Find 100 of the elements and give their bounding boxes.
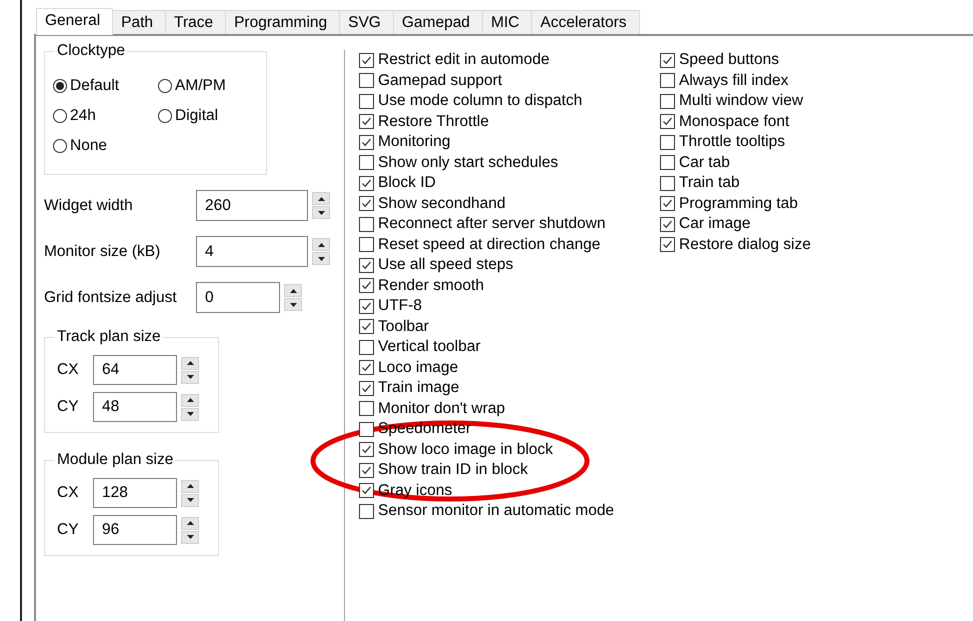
checkmark-icon	[361, 54, 372, 66]
down-triangle-icon	[186, 498, 194, 502]
spin-up-button[interactable]	[312, 238, 330, 251]
radio-option[interactable]: Digital	[158, 106, 258, 125]
checkbox-option[interactable]: Throttle tooltips	[660, 132, 945, 152]
input-field[interactable]: 64	[93, 355, 177, 385]
checkbox-option[interactable]: Train image	[359, 378, 644, 398]
checkmark-icon	[361, 485, 372, 496]
tab[interactable]: Path	[112, 10, 166, 34]
checkbox-option[interactable]: Monitor don't wrap	[359, 398, 644, 419]
up-triangle-icon	[186, 521, 194, 525]
field-label: CX	[57, 361, 80, 379]
spin-up-button[interactable]	[312, 192, 330, 205]
spin-up-button[interactable]	[284, 284, 302, 297]
spin-up-button[interactable]	[181, 394, 199, 406]
checkbox-option[interactable]: Use all speed steps	[359, 255, 644, 276]
checkbox-option[interactable]: Render smooth	[359, 276, 644, 296]
checkbox-option[interactable]: Show train ID in block	[359, 460, 644, 480]
tab[interactable]: Programming	[225, 10, 340, 34]
up-triangle-icon	[186, 361, 194, 365]
up-triangle-icon	[186, 484, 194, 488]
up-triangle-icon	[318, 196, 324, 200]
checkbox-option[interactable]: Car tab	[660, 152, 945, 173]
input-field[interactable]: 96	[93, 515, 177, 545]
checkbox-option[interactable]: Programming tab	[660, 194, 945, 214]
checkbox-option[interactable]: Monitoring	[359, 132, 644, 152]
spin-down-button[interactable]	[312, 206, 330, 219]
checkmark-icon	[361, 300, 372, 312]
checkbox-option[interactable]: Toolbar	[359, 316, 644, 337]
down-triangle-icon	[290, 302, 296, 306]
checkbox-option[interactable]: Loco image	[359, 358, 644, 378]
radio-option[interactable]: None	[53, 136, 158, 155]
checkbox-option[interactable]: Show only start schedules	[359, 152, 644, 173]
spin-down-button[interactable]	[181, 408, 199, 420]
field-label: Monitor size (kB)	[44, 242, 162, 260]
field-label: CX	[57, 484, 80, 502]
down-triangle-icon	[318, 210, 324, 214]
checkmark-icon	[662, 218, 673, 230]
up-triangle-icon	[290, 288, 296, 292]
checkbox-option[interactable]: Car image	[660, 214, 945, 234]
input-field[interactable]: 128	[93, 478, 177, 508]
spin-up-button[interactable]	[181, 516, 199, 530]
input-field[interactable]: 4	[196, 236, 308, 267]
checkbox-option[interactable]: Always fill index	[660, 70, 945, 91]
tab[interactable]: General	[36, 8, 114, 35]
tab[interactable]: Trace	[165, 10, 226, 34]
input-field[interactable]: 48	[93, 392, 177, 422]
checkbox-option[interactable]: UTF-8	[359, 296, 644, 316]
checkbox-option[interactable]: Show loco image in block	[359, 440, 644, 460]
checkbox-option[interactable]: Restrict edit in automode	[359, 50, 644, 70]
checkmark-icon	[361, 464, 372, 476]
radio-option[interactable]: 24h	[53, 106, 158, 125]
checkmark-icon	[662, 54, 673, 66]
checkmark-icon	[361, 362, 372, 374]
checkbox-option[interactable]: Vertical toolbar	[359, 337, 644, 358]
spin-down-button[interactable]	[181, 530, 199, 544]
checkbox-option[interactable]: Restore Throttle	[359, 112, 644, 132]
spin-up-button[interactable]	[181, 356, 199, 370]
input-field[interactable]: 0	[196, 282, 280, 313]
radio-option[interactable]: AM/PM	[158, 76, 258, 95]
checkbox-option[interactable]: Show secondhand	[359, 194, 644, 214]
checkbox-option[interactable]: Sensor monitor in automatic mode	[359, 501, 644, 522]
checkbox-option[interactable]: Reset speed at direction change	[359, 234, 644, 255]
checkbox-option[interactable]: Use mode column to dispatch	[359, 91, 644, 112]
checkbox-option[interactable]: Train tab	[660, 173, 945, 194]
tab[interactable]: MIC	[482, 10, 532, 34]
checkmark-icon	[662, 198, 673, 210]
checkbox-option[interactable]: Reconnect after server shutdown	[359, 214, 644, 234]
checkbox-option[interactable]: Restore dialog size	[660, 234, 945, 255]
spin-down-button[interactable]	[181, 494, 199, 506]
spin-down-button[interactable]	[312, 252, 330, 265]
down-triangle-icon	[186, 535, 194, 539]
checkbox-option[interactable]: Block ID	[359, 173, 644, 194]
checkmark-icon	[361, 116, 372, 128]
checkbox-option[interactable]: Monospace font	[660, 112, 945, 132]
checkmark-icon	[361, 280, 372, 292]
checkmark-icon	[361, 382, 372, 394]
checkmark-icon	[662, 116, 673, 128]
input-field[interactable]: 260	[196, 190, 308, 221]
spin-down-button[interactable]	[181, 370, 199, 384]
radio-option[interactable]: Default	[53, 76, 158, 95]
checkmark-icon	[361, 198, 372, 210]
checkmark-icon	[361, 260, 372, 271]
tab[interactable]: Accelerators	[531, 10, 640, 34]
down-triangle-icon	[186, 412, 194, 416]
down-triangle-icon	[186, 375, 194, 379]
checkbox-option[interactable]: Gamepad support	[359, 70, 644, 91]
tab[interactable]: SVG	[339, 10, 394, 34]
checkmark-icon	[361, 136, 372, 148]
checkbox-option[interactable]: Multi window view	[660, 91, 945, 112]
checkbox-option[interactable]: Speed buttons	[660, 50, 945, 70]
group-title: Clocktype	[55, 42, 128, 60]
spin-down-button[interactable]	[284, 298, 302, 311]
field-label: CY	[57, 521, 80, 539]
up-triangle-icon	[186, 398, 194, 402]
tab[interactable]: Gamepad	[392, 10, 483, 34]
field-label: Grid fontsize adjust	[44, 288, 178, 306]
spin-up-button[interactable]	[181, 480, 199, 492]
field-label: Widget width	[44, 196, 134, 214]
checkmark-icon	[361, 321, 372, 332]
